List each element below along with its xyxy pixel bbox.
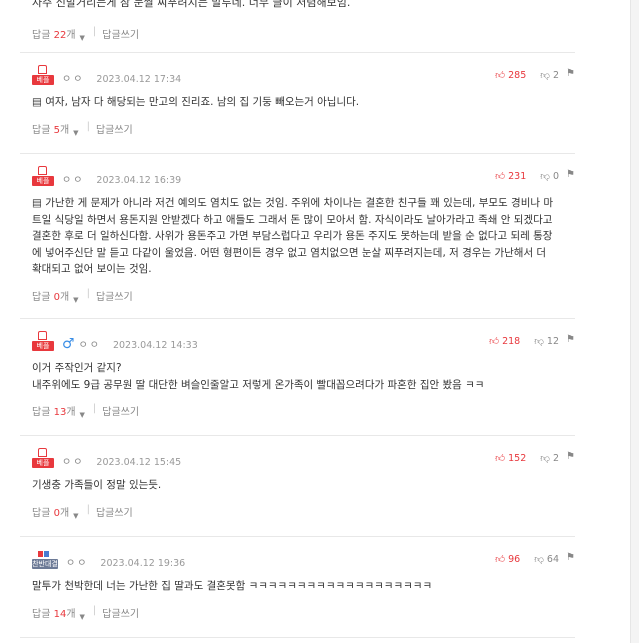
scrollbar[interactable] [630,0,639,643]
report-icon[interactable]: ⚑ [566,68,575,79]
thumb-up-icon: 👍︎ [495,554,506,565]
reply-toggle[interactable]: 답글 0개 ▼ [32,504,85,520]
thumb-down-icon: 👎︎ [540,70,550,81]
comment-item: 베플 ㅇㅇ 2023.04.12 17:34 👍︎ 285 👎︎ 2 ⚑ ▤ 여… [20,53,575,154]
best-badge: 베플 [32,166,54,186]
write-reply-link[interactable]: 답글쓰기 [96,504,133,519]
versus-badge: 찬반대결 [32,551,58,569]
comment-list: 자주 신발거리는게 참 눈쌀 찌푸려지는 말투네. 너무 글이 저렴해보임. 답… [20,0,575,638]
nickname[interactable]: ㅇㅇ [66,554,88,569]
comment-item: 찬반대결 ㅇㅇ 2023.04.12 19:36 👍︎ 96 👎︎ 64 ⚑ 말… [20,537,575,638]
comment-text: ▤ 여자, 남자 다 해당되는 만고의 진리죠. 남의 집 기둥 빼오는거 아닙… [32,96,360,108]
divider: | [86,287,90,299]
comment-date: 2023.04.12 19:36 [100,558,186,569]
downvote-button[interactable]: 👎︎ 2 [540,69,559,81]
write-reply-link[interactable]: 답글쓰기 [96,288,133,303]
reply-toggle[interactable]: 답글 22개 ▼ [32,26,91,42]
report-icon[interactable]: ⚑ [566,552,575,563]
report-icon[interactable]: ⚑ [566,334,575,345]
divider: | [92,604,97,616]
divider: | [86,503,90,515]
triangle-down-icon: ▼ [79,34,85,42]
downvote-button[interactable]: 👎︎ 12 [534,335,559,347]
best-badge: 베플 [32,331,54,351]
report-icon[interactable]: ⚑ [566,451,575,462]
write-reply-link[interactable]: 답글쓰기 [102,605,139,620]
reply-toggle[interactable]: 답글 0개 ▼ [32,288,85,304]
nickname[interactable]: ㅇㅇ [62,453,84,468]
triangle-down-icon: ▼ [79,411,85,419]
nickname[interactable]: ㅇㅇ [62,171,84,186]
triangle-down-icon: ▼ [73,295,79,304]
upvote-button[interactable]: 👍︎ 152 [495,452,526,464]
reply-toggle[interactable]: 답글 13개 ▼ [32,403,91,419]
downvote-button[interactable]: 👎︎ 0 [540,170,559,182]
comment-item: 자주 신발거리는게 참 눈쌀 찌푸려지는 말투네. 너무 글이 저렴해보임. 답… [20,0,575,53]
write-reply-link[interactable]: 답글쓰기 [102,403,139,418]
nickname[interactable]: ㅇㅇ [79,336,101,351]
downvote-button[interactable]: 👎︎ 64 [534,553,559,565]
comment-text: 이거 주작인거 같지? 내주위에도 9급 공무원 딸 대단한 벼슬인줄알고 저렇… [32,362,485,391]
comment-text: 자주 신발거리는게 참 눈쌀 찌푸려지는 말투네. 너무 글이 저렴해보임. [32,0,351,9]
male-icon: ♂ [62,336,75,352]
comment-text: ▤ 가난한 게 문제가 아니라 저건 예의도 염치도 없는 것임. 주위에 차이… [32,197,556,275]
comment-date: 2023.04.12 17:34 [96,74,182,85]
divider: | [92,403,97,414]
write-reply-link[interactable]: 답글쓰기 [96,121,133,136]
comment-text: 말투가 천박한데 너는 가난한 집 딸과도 결혼못함 ㅋㅋㅋㅋㅋㅋㅋㅋㅋㅋㅋㅋㅋ… [32,580,433,592]
comment-date: 2023.04.12 16:39 [96,175,182,186]
upvote-button[interactable]: 👍︎ 218 [489,335,520,347]
divider: | [92,26,97,37]
comment-text: 기생충 가족들이 정말 있는듯. [32,479,162,491]
thumb-down-icon: 👎︎ [540,171,550,182]
upvote-button[interactable]: 👍︎ 96 [495,553,520,565]
best-badge: 베플 [32,65,54,85]
comment-date: 2023.04.12 14:33 [112,340,198,351]
thumb-down-icon: 👎︎ [540,453,550,464]
best-badge: 베플 [32,448,54,468]
write-reply-link[interactable]: 답글쓰기 [102,26,139,41]
reply-toggle[interactable]: 답글 5개 ▼ [32,121,85,137]
upvote-button[interactable]: 👍︎ 231 [495,170,526,182]
thumb-up-icon: 👍︎ [495,453,506,464]
thumb-up-icon: 👍︎ [489,336,500,347]
thumb-up-icon: 👍︎ [495,70,506,81]
triangle-down-icon: ▼ [73,511,79,520]
comment-item: 베플 ♂ ㅇㅇ 2023.04.12 14:33 👍︎ 218 👎︎ 12 ⚑ … [20,319,575,436]
divider: | [86,120,90,132]
reply-toggle[interactable]: 답글 14개 ▼ [32,605,91,621]
thumb-up-icon: 👍︎ [495,171,506,182]
triangle-down-icon: ▼ [73,128,79,137]
upvote-button[interactable]: 👍︎ 285 [495,69,526,81]
downvote-button[interactable]: 👎︎ 2 [540,452,559,464]
thumb-down-icon: 👎︎ [534,336,544,347]
comment-item: 베플 ㅇㅇ 2023.04.12 16:39 👍︎ 231 👎︎ 0 ⚑ ▤ 가… [20,154,575,319]
nickname[interactable]: ㅇㅇ [62,70,84,85]
comment-item: 베플 ㅇㅇ 2023.04.12 15:45 👍︎ 152 👎︎ 2 ⚑ 기생충… [20,436,575,537]
thumb-down-icon: 👎︎ [534,554,544,565]
comment-date: 2023.04.12 15:45 [96,457,182,468]
triangle-down-icon: ▼ [79,612,85,621]
report-icon[interactable]: ⚑ [566,169,575,180]
